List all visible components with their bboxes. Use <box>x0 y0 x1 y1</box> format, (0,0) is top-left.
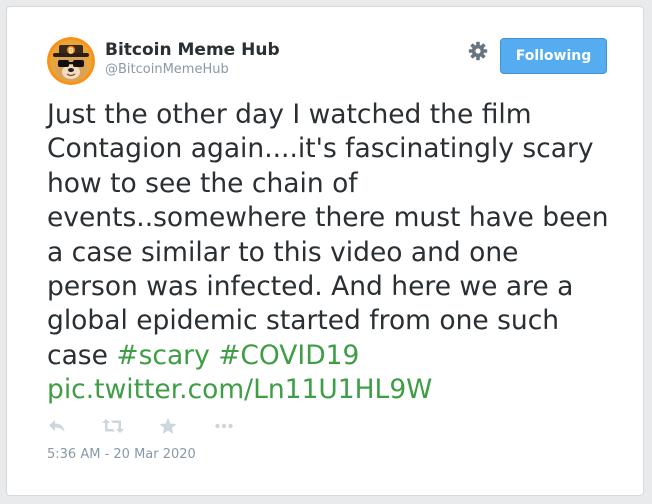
user-handle[interactable]: @BitcoinMemeHub <box>105 62 229 77</box>
tweet-body: Just the other day I watched the film Co… <box>47 99 609 371</box>
hashtag-scary[interactable]: #scary <box>116 340 209 371</box>
display-name[interactable]: Bitcoin Meme Hub <box>105 40 280 60</box>
hashtag-covid19[interactable]: #COVID19 <box>218 340 359 371</box>
star-icon[interactable] <box>158 417 178 435</box>
gear-icon[interactable] <box>468 41 488 61</box>
more-icon[interactable] <box>214 417 234 435</box>
retweet-icon[interactable] <box>102 417 124 435</box>
avatar[interactable]: ₿ <box>47 37 95 85</box>
reply-icon[interactable] <box>47 417 67 435</box>
tweet-timestamp[interactable]: 5:36 AM - 20 Mar 2020 <box>47 447 196 462</box>
media-link[interactable]: pic.twitter.com/Ln11U1HL9W <box>47 374 432 405</box>
doge-avatar-icon: ₿ <box>47 37 95 85</box>
tweet-card: ₿ Bitcoin Meme Hub @BitcoinMemeHub Follo… <box>6 6 644 496</box>
following-button[interactable]: Following <box>500 38 607 74</box>
svg-text:₿: ₿ <box>69 48 74 55</box>
tweet-text: Just the other day I watched the film Co… <box>47 98 617 408</box>
